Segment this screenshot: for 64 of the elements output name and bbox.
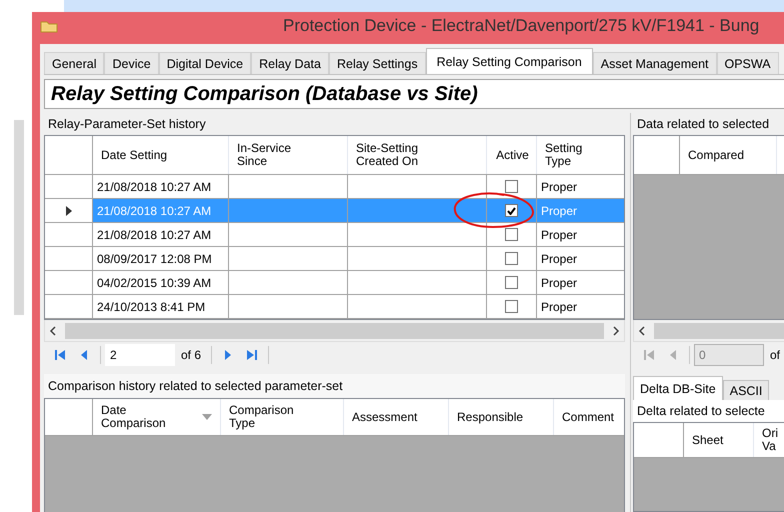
tab[interactable]: Asset Management <box>592 52 716 74</box>
column-header[interactable]: Comparison Type <box>221 399 344 435</box>
table-cell: Proper <box>537 199 624 222</box>
column-header[interactable]: Comment <box>554 399 624 435</box>
current-row-icon <box>66 206 72 216</box>
section-caption: Delta related to selecte <box>633 400 784 422</box>
table-cell: Proper <box>537 175 624 198</box>
column-header[interactable]: Assessment <box>344 399 449 435</box>
last-page-icon[interactable] <box>246 349 258 361</box>
section-caption: Comparison history related to selected parameter-set <box>44 374 625 398</box>
checkbox[interactable] <box>505 228 518 241</box>
table-cell: 04/02/2015 10:39 AM <box>93 271 229 294</box>
tab[interactable]: Relay Setting Comparison <box>426 48 593 74</box>
table-cell: Proper <box>537 223 624 246</box>
page-number-field[interactable]: 2 <box>105 344 175 366</box>
page-heading: Relay Setting Comparison (Database vs Site) <box>44 79 784 109</box>
table-cell: Proper <box>537 247 624 270</box>
column-header[interactable]: Responsible <box>449 399 554 435</box>
table-cell: 21/08/2018 10:27 AM <box>93 199 229 222</box>
table-row[interactable]: 21/08/2018 10:27 AM Proper <box>45 223 624 247</box>
column-header[interactable]: In-Service Since <box>229 136 348 174</box>
column-header[interactable]: Date Comparison <box>93 399 221 435</box>
column-header[interactable]: Active <box>487 136 537 174</box>
scroll-left-icon[interactable] <box>638 326 646 336</box>
table-cell: 24/10/2013 8:41 PM <box>93 295 229 318</box>
table-cell: Proper <box>537 271 624 294</box>
tab[interactable]: ASCII <box>722 380 770 400</box>
tab[interactable]: OPSWA <box>716 52 779 74</box>
column-header[interactable]: Date Setting <box>93 136 229 174</box>
column-header[interactable]: Sheet <box>684 423 754 457</box>
scrollbar-thumb[interactable] <box>65 322 604 338</box>
page-count: of 6 <box>180 348 202 362</box>
table-row[interactable]: 24/10/2013 8:41 PM Proper <box>45 295 624 319</box>
first-page-icon[interactable] <box>54 349 66 361</box>
check-icon <box>507 206 516 214</box>
tab[interactable]: Delta DB-Site <box>633 376 723 400</box>
table-row[interactable]: 08/09/2017 12:08 PM Proper <box>45 247 624 271</box>
tab[interactable]: Relay Settings <box>328 52 426 74</box>
table-row[interactable]: 04/02/2015 10:39 AM Proper <box>45 271 624 295</box>
checkbox[interactable] <box>505 300 518 313</box>
scroll-left-icon[interactable] <box>49 326 57 336</box>
table-cell: 21/08/2018 10:27 AM <box>93 175 229 198</box>
column-header[interactable]: Setting Type <box>537 136 624 174</box>
tab[interactable]: General <box>44 52 104 74</box>
tab[interactable]: Digital Device <box>158 52 252 74</box>
folder-icon <box>40 19 58 33</box>
checkbox[interactable] <box>505 276 518 289</box>
page-count: of <box>769 348 782 362</box>
table-row[interactable]: 21/08/2018 10:27 AM Proper <box>45 175 624 199</box>
section-caption: Data related to selected <box>636 116 770 133</box>
tab[interactable]: Device <box>104 52 159 74</box>
table-cell: 21/08/2018 10:27 AM <box>93 223 229 246</box>
column-header[interactable]: Site-Setting Created On <box>348 136 487 174</box>
checkbox[interactable] <box>505 180 518 193</box>
table-cell: Proper <box>537 295 624 318</box>
checkbox[interactable] <box>505 252 518 265</box>
checkbox[interactable] <box>505 204 518 217</box>
section-caption: Relay-Parameter-Set history <box>47 116 207 133</box>
column-header[interactable]: Ori Va <box>754 423 784 457</box>
scroll-right-icon[interactable] <box>612 326 620 336</box>
window-title: Protection Device - ElectraNet/Davenport/275 kV/F1941 - Bung <box>283 16 760 36</box>
tab[interactable]: Relay Data <box>251 52 329 74</box>
table-cell: 08/09/2017 12:08 PM <box>93 247 229 270</box>
scrollbar-thumb[interactable] <box>654 322 784 338</box>
